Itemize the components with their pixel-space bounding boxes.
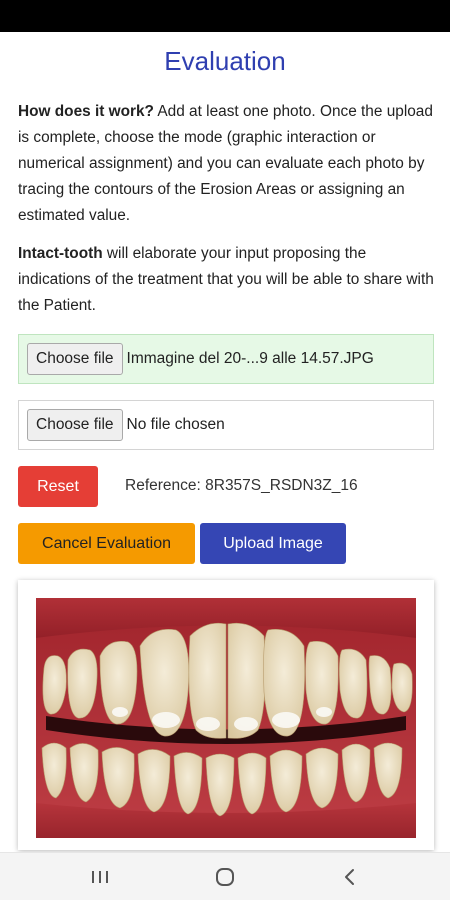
status-bar: [0, 0, 450, 32]
choose-file-button-2[interactable]: Choose file: [27, 409, 123, 441]
file-input-empty[interactable]: Choose file No file chosen: [18, 400, 434, 450]
teeth-photo[interactable]: [36, 598, 416, 838]
reference-code: Reference: 8R357S_RSDN3Z_16: [125, 477, 358, 494]
back-icon[interactable]: [320, 853, 380, 900]
reset-button[interactable]: Reset: [18, 466, 98, 507]
page-title: Evaluation: [164, 46, 286, 76]
choose-file-button[interactable]: Choose file: [27, 343, 123, 375]
file-input-uploaded[interactable]: Choose file Immagine del 20-...9 alle 14…: [18, 334, 434, 384]
intro-heading: How does it work?: [18, 103, 154, 120]
intro-paragraph: How does it work? Add at least one photo…: [18, 99, 434, 229]
no-file-label: No file chosen: [126, 416, 225, 433]
intro-text: Add at least one photo. Once the upload …: [18, 103, 433, 224]
recent-apps-icon[interactable]: [70, 853, 130, 900]
home-icon[interactable]: [195, 853, 255, 900]
product-paragraph: Intact-tooth will elaborate your input p…: [18, 241, 434, 319]
product-name: Intact-tooth: [18, 245, 103, 262]
selected-file-name: Immagine del 20-...9 alle 14.57.JPG: [126, 350, 374, 367]
upload-image-button[interactable]: Upload Image: [200, 523, 346, 564]
android-navigation-bar: [0, 852, 450, 900]
cancel-evaluation-button[interactable]: Cancel Evaluation: [18, 523, 195, 564]
image-preview-card: [18, 580, 434, 850]
